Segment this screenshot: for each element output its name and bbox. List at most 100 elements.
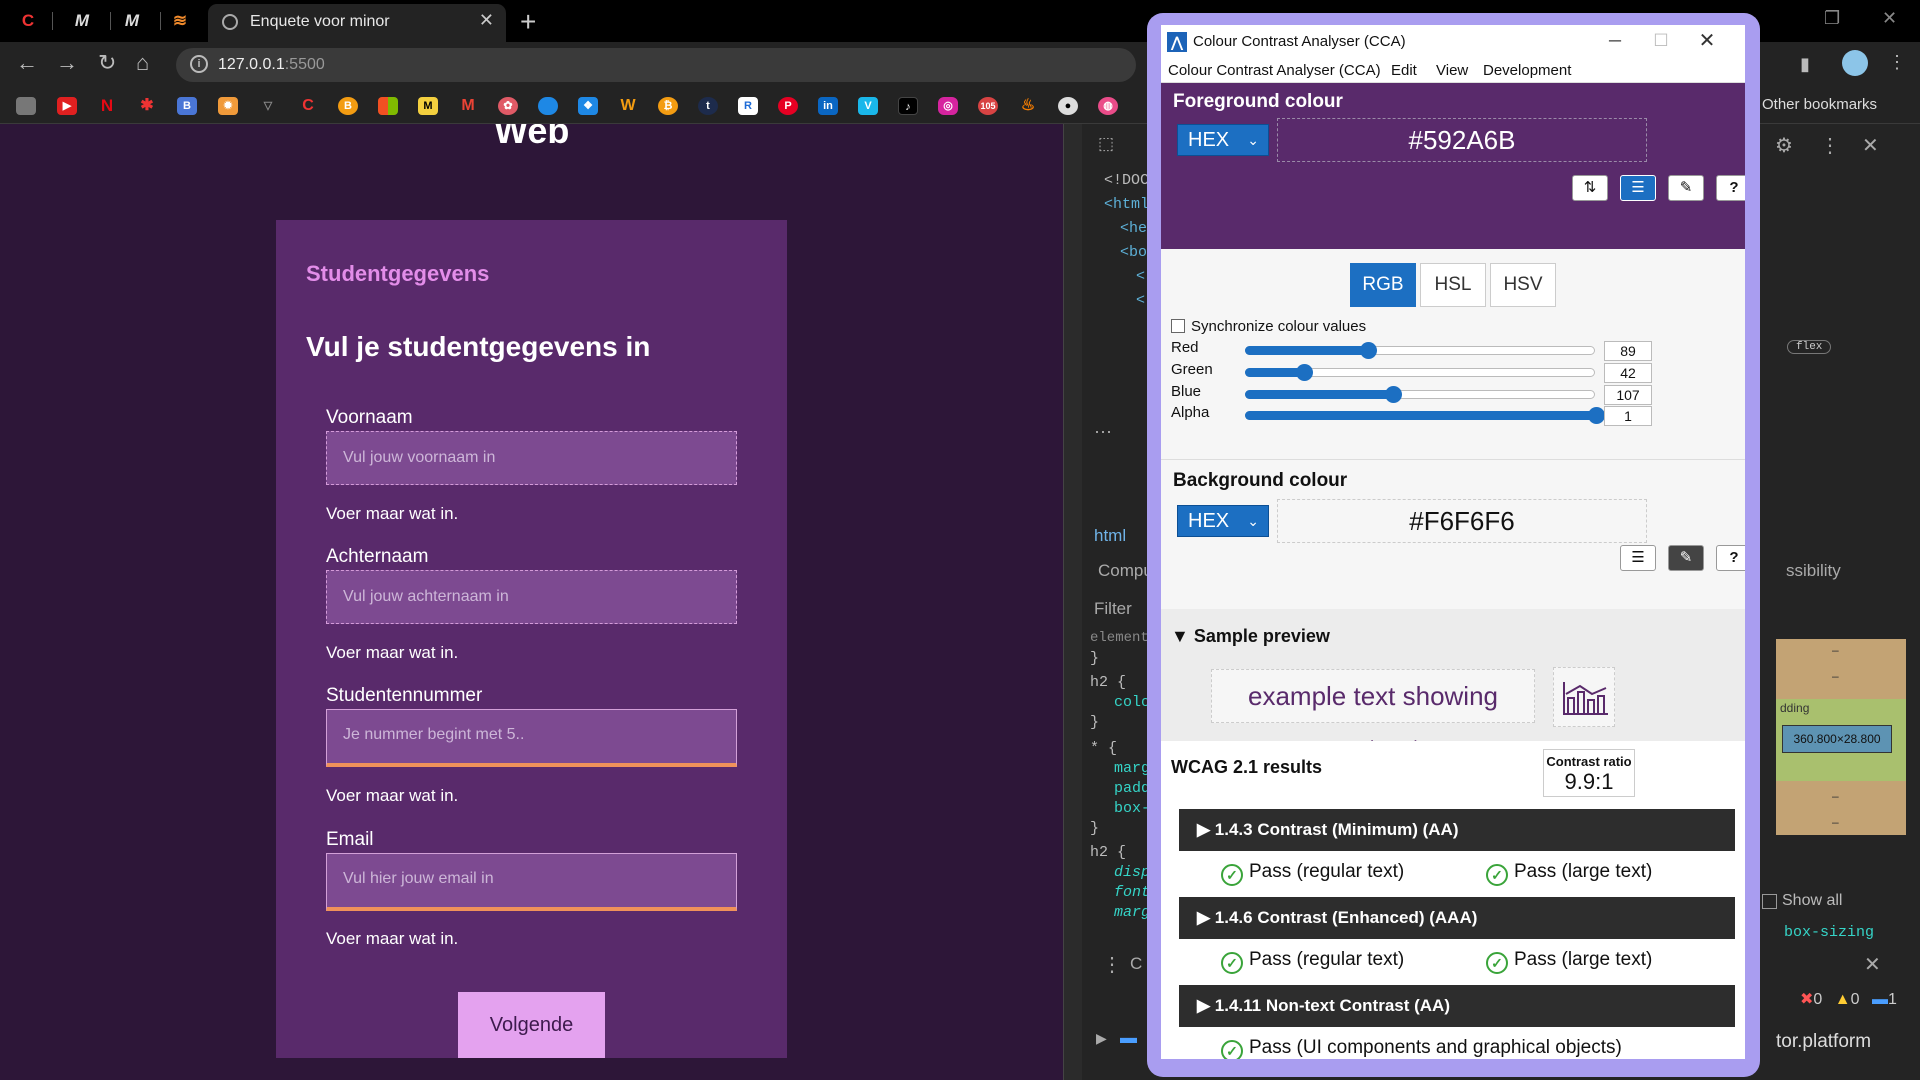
blue-slider[interactable]: [1245, 386, 1595, 403]
bookmark-fire-icon[interactable]: ♨: [1018, 97, 1038, 115]
tab-rgb[interactable]: RGB: [1350, 263, 1416, 307]
bookmark-onedrive-icon[interactable]: [538, 97, 558, 115]
background-hex-input[interactable]: #F6F6F6: [1277, 499, 1647, 543]
bookmark-sun-icon[interactable]: ✹: [218, 97, 238, 115]
new-tab-button[interactable]: +: [520, 6, 536, 38]
address-bar[interactable]: i 127.0.0.1:5500: [176, 48, 1136, 82]
site-info-icon[interactable]: i: [190, 55, 208, 73]
back-arrow-icon[interactable]: ←: [16, 50, 38, 76]
drawer-close-icon[interactable]: ✕: [1864, 952, 1881, 977]
bookmark-vimeo-icon[interactable]: V: [858, 97, 878, 115]
tab-hsv[interactable]: HSV: [1490, 263, 1556, 307]
dom-more-dots[interactable]: ⋯: [1094, 422, 1112, 443]
forward-arrow-icon[interactable]: →: [56, 50, 78, 76]
dom-line[interactable]: <he: [1120, 220, 1147, 237]
bookmark-layers-icon[interactable]: [16, 97, 36, 115]
green-value-input[interactable]: 42: [1604, 363, 1652, 383]
red-slider[interactable]: [1245, 342, 1595, 359]
bookmark-c-icon[interactable]: C: [298, 97, 318, 115]
dom-line[interactable]: <bo: [1120, 244, 1147, 261]
foreground-help-icon[interactable]: ?: [1716, 175, 1745, 201]
flex-badge[interactable]: flex: [1787, 340, 1832, 354]
sample-preview-toggle[interactable]: ▼ Sample preview: [1171, 626, 1330, 647]
bookmark-asana-icon[interactable]: ✿: [498, 97, 518, 115]
inspect-element-icon[interactable]: ⬚: [1098, 134, 1114, 154]
red-slider-thumb[interactable]: [1360, 342, 1378, 359]
bookmark-dribbble-icon[interactable]: ◍: [1098, 97, 1118, 115]
background-format-select[interactable]: HEX ⌄: [1177, 505, 1269, 537]
alpha-slider-thumb[interactable]: [1588, 407, 1605, 424]
dom-line[interactable]: <!DOC: [1104, 172, 1149, 189]
background-help-icon[interactable]: ?: [1716, 545, 1745, 571]
dom-line[interactable]: <html: [1104, 196, 1149, 213]
cca-maximize-icon[interactable]: ☐: [1639, 28, 1683, 54]
criterion-1-4-11[interactable]: ▶ 1.4.11 Non-text Contrast (AA): [1179, 985, 1735, 1027]
bookmark-bitcoin-icon[interactable]: ₿: [658, 97, 678, 115]
bookmark-tiktok-icon[interactable]: ♪: [898, 97, 918, 115]
drawer-tab-console[interactable]: C: [1130, 954, 1142, 974]
bookmark-dropbox-icon[interactable]: ❖: [578, 97, 598, 115]
bookmark-orange-icon[interactable]: B: [338, 97, 358, 115]
sidebar-toggle-icon[interactable]: ▮: [1800, 54, 1810, 75]
eyedropper-icon[interactable]: ✎: [1668, 175, 1704, 201]
pinned-tab-stack-icon[interactable]: ≋: [160, 6, 200, 36]
bookmark-linkedin-icon[interactable]: in: [818, 97, 838, 115]
tab-computed[interactable]: Compu: [1098, 561, 1153, 581]
foreground-hex-input[interactable]: #592A6B: [1277, 118, 1647, 162]
bookmark-netflix-icon[interactable]: N: [97, 97, 117, 115]
other-bookmarks-folder[interactable]: Other bookmarks: [1735, 96, 1877, 113]
dom-breadcrumb[interactable]: html: [1094, 526, 1126, 546]
home-icon[interactable]: ⌂: [136, 50, 149, 76]
studentennummer-input[interactable]: Je nummer begint met 5..: [326, 709, 737, 767]
pinned-tab-m2[interactable]: M: [112, 6, 152, 36]
foreground-format-select[interactable]: HEX ⌄: [1177, 124, 1269, 156]
menu-development[interactable]: Development: [1483, 62, 1571, 79]
bookmark-tumblr-icon[interactable]: t: [698, 97, 718, 115]
blue-value-input[interactable]: 107: [1604, 385, 1652, 405]
devtools-close-icon[interactable]: ✕: [1862, 133, 1879, 158]
alpha-value-input[interactable]: 1: [1604, 406, 1652, 426]
show-all-checkbox[interactable]: Show all: [1761, 892, 1842, 910]
contrast-chart-button[interactable]: [1553, 667, 1615, 727]
background-eyedropper-icon[interactable]: ✎: [1668, 545, 1704, 571]
red-value-input[interactable]: 89: [1604, 341, 1652, 361]
blue-slider-thumb[interactable]: [1384, 386, 1402, 403]
issue-counts[interactable]: ✖0 ▲0 ▬1: [1800, 989, 1897, 1009]
bookmark-spider-icon[interactable]: ✱: [137, 97, 157, 115]
tab-accessibility[interactable]: ssibility: [1786, 561, 1841, 581]
restore-window-icon[interactable]: ❐: [1824, 8, 1840, 29]
alpha-slider[interactable]: [1245, 407, 1605, 424]
next-button[interactable]: Volgende: [458, 992, 605, 1058]
cca-minimize-icon[interactable]: ─: [1593, 28, 1637, 54]
swap-colours-icon[interactable]: ⇅: [1572, 175, 1608, 201]
devtools-menu-icon[interactable]: ⋮: [1820, 133, 1840, 158]
voornaam-input[interactable]: Vul jouw voornaam in: [326, 431, 737, 485]
tab-hsl[interactable]: HSL: [1420, 263, 1486, 307]
menu-app[interactable]: Colour Contrast Analyser (CCA): [1168, 62, 1381, 79]
computed-box-sizing[interactable]: box-sizing: [1784, 924, 1874, 941]
bookmark-m-icon[interactable]: M: [418, 97, 438, 115]
menu-view[interactable]: View: [1436, 62, 1468, 79]
close-window-icon[interactable]: ✕: [1882, 8, 1897, 29]
criterion-1-4-6[interactable]: ▶ 1.4.6 Contrast (Enhanced) (AAA): [1179, 897, 1735, 939]
bookmark-youtube-icon[interactable]: ▶: [57, 97, 77, 115]
drawer-menu-icon[interactable]: ⋮: [1102, 952, 1122, 977]
reload-icon[interactable]: ↻: [98, 50, 116, 76]
green-slider-thumb[interactable]: [1295, 364, 1313, 381]
achternaam-input[interactable]: Vul jouw achternaam in: [326, 570, 737, 624]
bookmark-b-icon[interactable]: B: [177, 97, 197, 115]
bookmark-instagram-icon[interactable]: ◎: [938, 97, 958, 115]
email-input[interactable]: Vul hier jouw email in: [326, 853, 737, 911]
synchronize-checkbox[interactable]: Synchronize colour values: [1171, 318, 1366, 335]
dom-line[interactable]: <: [1136, 268, 1145, 285]
criterion-1-4-3[interactable]: ▶ 1.4.3 Contrast (Minimum) (AA): [1179, 809, 1735, 851]
profile-avatar[interactable]: [1842, 50, 1868, 76]
styles-filter-input[interactable]: Filter: [1094, 599, 1132, 619]
bookmark-microsoft-icon[interactable]: [378, 97, 398, 115]
bookmark-r-icon[interactable]: R: [738, 97, 758, 115]
tab-active[interactable]: Enquete voor minor ✕: [208, 4, 506, 42]
colour-sliders-icon[interactable]: ☰: [1620, 175, 1656, 201]
menu-dots-icon[interactable]: ⋮: [1888, 52, 1906, 73]
bookmark-github-icon[interactable]: ●: [1058, 97, 1078, 115]
green-slider[interactable]: [1245, 364, 1595, 381]
